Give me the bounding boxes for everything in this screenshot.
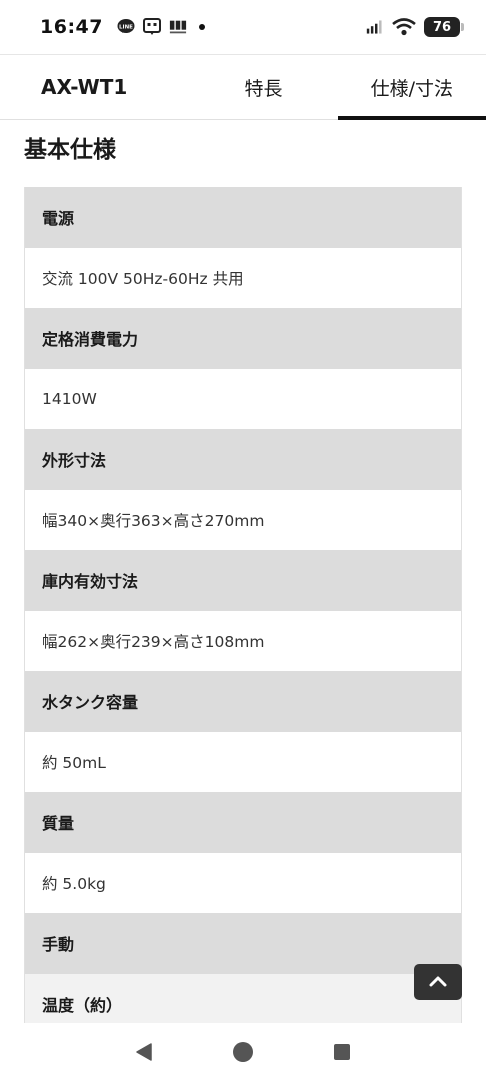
product-tabs: AX-WT1 特長 仕様/寸法 [0,54,486,120]
spec-label-weight: 質量 [25,792,461,853]
signal-icon [366,18,384,36]
status-time: 16:47 [40,16,103,38]
line-app-icon: LINE [117,18,135,36]
tab-specs-dimensions[interactable]: 仕様/寸法 [337,55,486,120]
spec-value-internal-dimensions: 幅262×奥行239×高さ108mm [25,610,461,671]
spec-group-manual: 手動 [25,913,461,974]
tab-model-name[interactable]: AX-WT1 [0,55,189,119]
section-title: 基本仕様 [24,137,116,163]
spec-label-external-dimensions: 外形寸法 [25,429,461,490]
spec-table: 電源 交流 100V 50Hz-60Hz 共用 定格消費電力 1410W 外形寸… [24,187,462,1034]
message-icon [142,18,161,36]
notification-dot-icon [198,24,205,30]
system-nav-bar [0,1023,486,1080]
wifi-icon [392,18,416,36]
spec-value-external-dimensions: 幅340×奥行363×高さ270mm [25,489,461,550]
spec-label-water-tank: 水タンク容量 [25,671,461,732]
spec-label-internal-dimensions: 庫内有効寸法 [25,550,461,611]
spec-label-rated-power: 定格消費電力 [25,308,461,369]
back-icon[interactable] [124,1032,164,1072]
spec-value-rated-power: 1410W [25,368,461,429]
spec-label-power: 電源 [25,187,461,248]
spec-value-water-tank: 約 50mL [25,731,461,792]
spec-value-weight: 約 5.0kg [25,852,461,913]
back-to-top-button[interactable] [414,964,462,1000]
tab-features[interactable]: 特長 [189,55,337,119]
recents-icon[interactable] [322,1032,362,1072]
spec-value-power: 交流 100V 50Hz-60Hz 共用 [25,247,461,308]
home-icon[interactable] [223,1032,263,1072]
chevron-up-icon [428,973,448,992]
svg-text:LINE: LINE [119,25,133,31]
status-system-icons: 76 [366,17,464,37]
battery-icon: 76 [424,17,464,37]
status-notification-icons: LINE [117,18,205,36]
status-bar: 16:47 LINE 76 [0,0,486,54]
news-app-icon [169,18,187,36]
